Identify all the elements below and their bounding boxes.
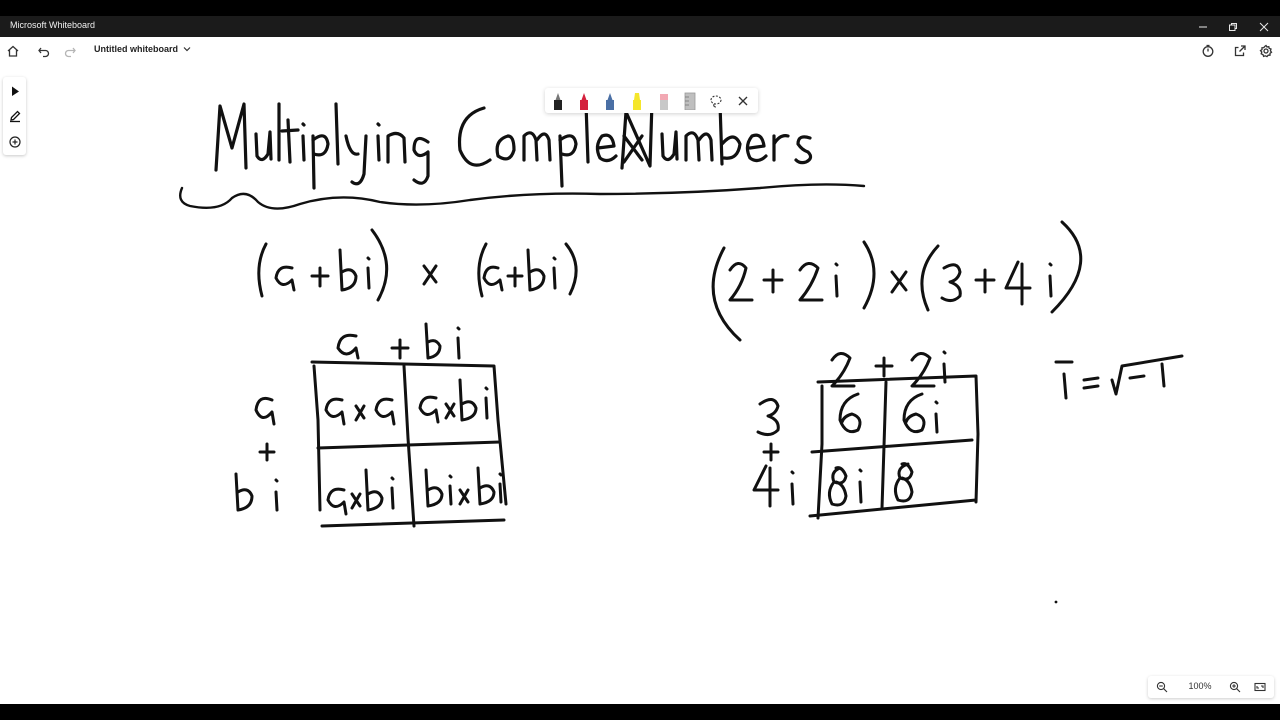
red-pen[interactable] xyxy=(577,91,591,110)
redo-button[interactable] xyxy=(59,40,81,62)
app-toolbar: Untitled whiteboard xyxy=(0,37,1280,65)
left-tool-rail xyxy=(3,77,26,155)
pen-tray xyxy=(545,88,758,113)
document-title-menu[interactable]: Untitled whiteboard xyxy=(94,44,191,54)
close-tray-button[interactable] xyxy=(734,92,752,110)
lasso-button[interactable] xyxy=(707,92,725,110)
select-arrow-icon xyxy=(11,86,19,96)
eraser[interactable] xyxy=(657,91,671,110)
close-icon xyxy=(738,96,748,106)
app-title: Microsoft Whiteboard xyxy=(10,20,96,30)
minimize-button[interactable] xyxy=(1188,16,1218,37)
heading-ink xyxy=(214,100,813,190)
close-window-button[interactable] xyxy=(1249,16,1279,37)
pen-icon xyxy=(9,110,20,123)
zoom-out-button[interactable] xyxy=(1153,679,1171,695)
pen-tool-button[interactable] xyxy=(3,104,26,128)
right-grid-ink xyxy=(752,350,980,520)
ruler[interactable] xyxy=(683,91,697,111)
close-icon xyxy=(1259,22,1269,31)
add-icon xyxy=(8,136,21,148)
timer-icon xyxy=(1202,44,1214,57)
settings-icon xyxy=(1259,44,1273,58)
lasso-icon xyxy=(710,95,722,108)
settings-button[interactable] xyxy=(1255,40,1277,62)
fit-to-screen-button[interactable] xyxy=(1251,679,1269,695)
share-button[interactable] xyxy=(1229,40,1251,62)
zoom-in-icon xyxy=(1229,681,1241,693)
identity-ink xyxy=(1054,354,1184,400)
black-pen[interactable] xyxy=(551,91,565,110)
red-pen-icon xyxy=(580,93,588,110)
left-expression-ink xyxy=(257,228,578,302)
blue-pen-icon xyxy=(606,93,614,110)
left-grid-ink xyxy=(234,322,508,528)
fit-screen-icon xyxy=(1254,682,1266,692)
share-icon xyxy=(1234,45,1246,57)
home-button[interactable] xyxy=(2,40,24,62)
add-button[interactable] xyxy=(3,130,26,154)
zoom-in-button[interactable] xyxy=(1226,679,1244,695)
whiteboard-canvas[interactable]: 100% xyxy=(0,64,1280,704)
zoom-out-icon xyxy=(1156,681,1168,693)
blue-pen[interactable] xyxy=(603,91,617,110)
ruler-icon xyxy=(684,92,696,111)
highlighter-icon xyxy=(633,93,641,110)
home-icon xyxy=(7,45,19,57)
title-bar: Microsoft Whiteboard xyxy=(0,16,1280,37)
black-pen-icon xyxy=(554,93,562,110)
undo-icon xyxy=(38,47,50,58)
redo-icon xyxy=(64,47,76,58)
screen-top-border xyxy=(0,0,1280,16)
zoom-level: 100% xyxy=(1188,681,1212,691)
eraser-icon xyxy=(660,94,668,110)
document-title: Untitled whiteboard xyxy=(94,44,178,54)
ink-layer xyxy=(179,100,1184,604)
timer-button[interactable] xyxy=(1197,40,1219,62)
right-expression-ink xyxy=(711,220,1083,342)
restore-button[interactable] xyxy=(1218,16,1248,37)
ink-dot xyxy=(1054,600,1058,604)
heading-underline xyxy=(179,183,866,210)
select-tool-button[interactable] xyxy=(3,79,26,103)
app-window: Microsoft Whiteboard Untitled whiteboard xyxy=(0,16,1280,704)
zoom-controls: 100% xyxy=(1148,676,1274,698)
minimize-icon xyxy=(1199,26,1207,27)
restore-icon xyxy=(1229,22,1237,31)
chevron-down-icon xyxy=(183,47,191,52)
undo-button[interactable] xyxy=(33,40,55,62)
screen-bottom-border xyxy=(0,704,1280,720)
highlighter[interactable] xyxy=(630,91,644,110)
